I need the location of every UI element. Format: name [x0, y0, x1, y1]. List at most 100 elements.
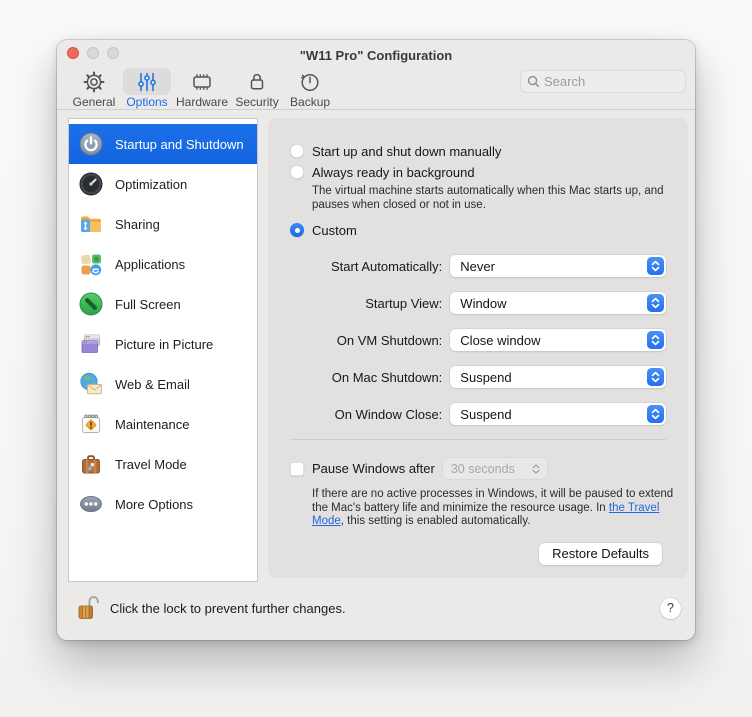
suitcase-icon	[78, 451, 104, 477]
popup-value: Window	[460, 296, 506, 311]
startup-view-label: Startup View:	[290, 296, 442, 311]
start-automatically-popup[interactable]: Never	[450, 255, 666, 277]
pip-windows-icon	[78, 331, 104, 357]
popup-stepper-icon	[647, 405, 664, 423]
radio-always-ready[interactable]	[290, 165, 304, 179]
on-window-close-popup[interactable]: Suspend	[450, 403, 666, 425]
sidebar-item-label: Picture in Picture	[115, 337, 213, 352]
pause-duration-value: 30 seconds	[451, 462, 515, 476]
start-automatically-label: Start Automatically:	[290, 259, 442, 274]
popup-stepper-disabled-icon	[531, 463, 541, 475]
gauge-icon	[78, 171, 104, 197]
configuration-window: "W11 Pro" Configuration General	[57, 40, 695, 640]
sidebar-item-travel-mode[interactable]: Travel Mode	[69, 444, 257, 484]
radio-row-always-ready[interactable]: Always ready in background	[290, 162, 666, 182]
tab-backup-label: Backup	[290, 95, 330, 109]
globe-mail-icon	[78, 371, 104, 397]
tab-backup[interactable]: Backup	[286, 68, 334, 109]
on-mac-shutdown-label: On Mac Shutdown:	[290, 370, 442, 385]
radio-always-ready-label: Always ready in background	[312, 165, 475, 180]
sidebar-item-label: Sharing	[115, 217, 160, 232]
tab-hardware-label: Hardware	[176, 95, 228, 109]
help-button[interactable]: ?	[660, 598, 681, 619]
lock-icon	[245, 70, 269, 94]
on-window-close-label: On Window Close:	[290, 407, 442, 422]
sidebar-item-more-options[interactable]: More Options	[69, 484, 257, 524]
popup-stepper-icon	[647, 257, 664, 275]
tab-hardware[interactable]: Hardware	[176, 68, 228, 109]
restore-defaults-row: Restore Defaults	[290, 543, 666, 565]
apps-grid-icon	[78, 251, 104, 277]
search-input[interactable]	[544, 74, 664, 89]
sidebar: Startup and Shutdown Optimization	[68, 118, 258, 582]
tab-options[interactable]: Options	[123, 68, 171, 109]
body-area: Startup and Shutdown Optimization	[57, 110, 695, 582]
popup-value: Suspend	[460, 407, 511, 422]
popup-value: Never	[460, 259, 495, 274]
custom-fields: Start Automatically: Never Startup View:	[290, 255, 666, 425]
window-title: "W11 Pro" Configuration	[300, 42, 452, 63]
sidebar-item-label: Travel Mode	[115, 457, 187, 472]
sidebar-item-applications[interactable]: Applications	[69, 244, 257, 284]
on-vm-shutdown-popup[interactable]: Close window	[450, 329, 666, 351]
sliders-icon	[135, 70, 159, 94]
sidebar-item-label: Maintenance	[115, 417, 189, 432]
sidebar-item-label: Applications	[115, 257, 185, 272]
pause-help-after-link: , this setting is enabled automatically.	[341, 515, 531, 527]
sidebar-item-label: Optimization	[115, 177, 187, 192]
tab-options-label: Options	[126, 95, 167, 109]
on-vm-shutdown-label: On VM Shutdown:	[290, 333, 442, 348]
backup-clock-icon	[298, 70, 322, 94]
pause-help-text: If there are no active processes in Wind…	[312, 488, 686, 529]
sidebar-item-label: Startup and Shutdown	[115, 137, 244, 152]
folder-share-icon	[78, 211, 104, 237]
zoom-window-button[interactable]	[107, 47, 119, 59]
sidebar-item-sharing[interactable]: Sharing	[69, 204, 257, 244]
power-icon	[78, 131, 104, 157]
radio-custom[interactable]	[290, 223, 304, 237]
search-field[interactable]	[520, 70, 686, 93]
ellipsis-bubble-icon	[78, 491, 104, 517]
calendar-warning-icon	[78, 411, 104, 437]
sidebar-item-picture-in-picture[interactable]: Picture in Picture	[69, 324, 257, 364]
field-on-vm-shutdown: On VM Shutdown: Close window	[290, 329, 666, 351]
pause-duration-popup[interactable]: 30 seconds	[443, 458, 547, 479]
popup-value: Close window	[460, 333, 540, 348]
popup-stepper-icon	[647, 368, 664, 386]
popup-stepper-icon	[647, 294, 664, 312]
radio-manual[interactable]	[290, 144, 304, 158]
pause-windows-checkbox[interactable]	[290, 462, 304, 476]
toolbar: General Options Hardw	[57, 64, 695, 110]
close-window-button[interactable]	[67, 47, 79, 59]
field-on-mac-shutdown: On Mac Shutdown: Suspend	[290, 366, 666, 388]
restore-defaults-button[interactable]: Restore Defaults	[539, 543, 662, 565]
sidebar-item-optimization[interactable]: Optimization	[69, 164, 257, 204]
radio-manual-label: Start up and shut down manually	[312, 144, 501, 159]
chip-icon	[190, 70, 214, 94]
radio-row-custom[interactable]: Custom	[290, 220, 666, 240]
sidebar-item-maintenance[interactable]: Maintenance	[69, 404, 257, 444]
traffic-lights	[67, 47, 119, 59]
always-ready-help-text: The virtual machine starts automatically…	[312, 184, 682, 212]
on-mac-shutdown-popup[interactable]: Suspend	[450, 366, 666, 388]
field-on-window-close: On Window Close: Suspend	[290, 403, 666, 425]
sidebar-item-label: Web & Email	[115, 377, 190, 392]
minimize-window-button[interactable]	[87, 47, 99, 59]
popup-value: Suspend	[460, 370, 511, 385]
pause-windows-row: Pause Windows after 30 seconds	[290, 458, 666, 479]
pause-windows-label: Pause Windows after	[312, 461, 435, 476]
sidebar-item-full-screen[interactable]: Full Screen	[69, 284, 257, 324]
radio-row-manual[interactable]: Start up and shut down manually	[290, 141, 666, 161]
tab-security[interactable]: Security	[233, 68, 281, 109]
startup-shutdown-panel: Start up and shut down manually Always r…	[268, 118, 688, 578]
tab-security-label: Security	[235, 95, 278, 109]
section-divider	[290, 439, 666, 440]
startup-view-popup[interactable]: Window	[450, 292, 666, 314]
radio-custom-label: Custom	[312, 223, 357, 238]
unlocked-padlock-icon[interactable]	[77, 593, 99, 623]
sidebar-item-startup-and-shutdown[interactable]: Startup and Shutdown	[69, 124, 257, 164]
tab-general-label: General	[73, 95, 116, 109]
lock-hint-text: Click the lock to prevent further change…	[110, 601, 660, 616]
tab-general[interactable]: General	[70, 68, 118, 109]
sidebar-item-web-and-email[interactable]: Web & Email	[69, 364, 257, 404]
